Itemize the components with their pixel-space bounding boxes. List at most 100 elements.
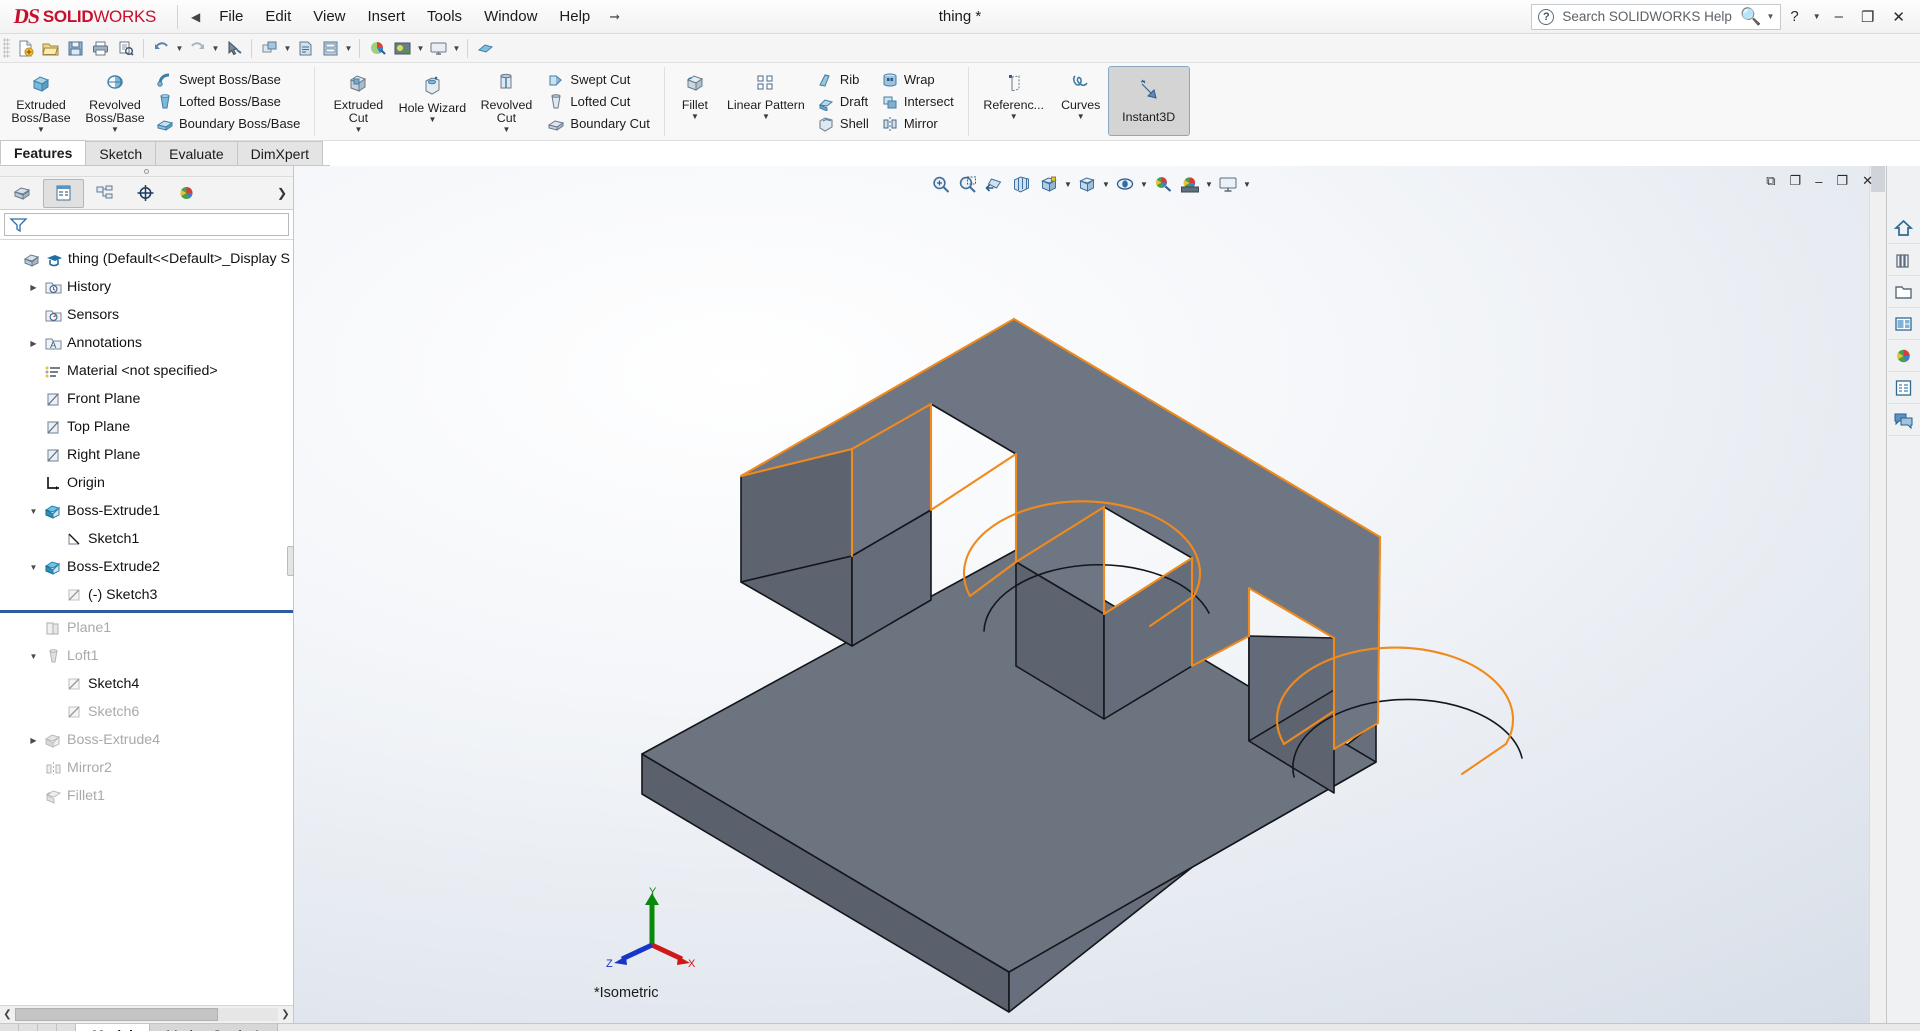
shell-button[interactable]: Shell <box>815 113 875 135</box>
revolved-cut-button[interactable]: Revolved Cut <box>469 65 543 125</box>
apply-scene-icon[interactable] <box>390 36 415 61</box>
draft-button[interactable]: Draft <box>815 91 875 113</box>
hole-wizard-chevron-down-icon[interactable]: ▼ <box>395 115 469 124</box>
hide-show-chevron-down-icon[interactable]: ▼ <box>1139 180 1150 189</box>
close-button[interactable]: ✕ <box>1883 4 1914 30</box>
first-tab-button[interactable]: ⏮ <box>0 1024 19 1031</box>
tree-item-history[interactable]: ▶ History <box>0 273 293 301</box>
view-settings-icon[interactable] <box>1215 171 1242 197</box>
rebuild-chevron-down-icon[interactable]: ▼ <box>282 44 293 53</box>
search-icon[interactable]: 🔍 <box>1738 7 1763 27</box>
panel-splitter[interactable] <box>0 166 293 177</box>
print-preview-icon[interactable] <box>113 36 138 61</box>
tree-item-sketch4[interactable]: Sketch4 <box>0 670 293 698</box>
chevron-right-icon[interactable]: ❯ <box>277 186 287 200</box>
tree-item-material-not-specified[interactable]: Material <not specified> <box>0 357 293 385</box>
tree-item-boss-extrude2[interactable]: ▼ Boss-Extrude2 <box>0 553 293 581</box>
tile-document-icon[interactable]: ❐ <box>1783 170 1809 192</box>
chevron-down-icon[interactable]: ▼ <box>25 652 42 661</box>
chevron-down-icon[interactable]: ▼ <box>25 563 42 572</box>
revolved-boss-chevron-down-icon[interactable]: ▼ <box>78 125 152 134</box>
scrollbar-track[interactable] <box>15 1008 278 1021</box>
scrollbar-thumb[interactable] <box>15 1008 218 1021</box>
chevron-down-icon[interactable]: ▼ <box>1763 12 1777 21</box>
menu-file[interactable]: File <box>208 3 254 30</box>
toolbar-grip[interactable] <box>3 38 10 58</box>
tree-item-top-plane[interactable]: Top Plane <box>0 413 293 441</box>
chevron-right-icon[interactable]: ▶ <box>25 736 42 745</box>
swept-cut-button[interactable]: Swept Cut <box>545 69 656 91</box>
help-button[interactable]: ? <box>1781 4 1807 29</box>
menu-edit[interactable]: Edit <box>254 3 302 30</box>
menu-view[interactable]: View <box>302 3 356 30</box>
solidworks-resources-icon[interactable] <box>1887 212 1920 244</box>
tab-evaluate[interactable]: Evaluate <box>155 141 238 165</box>
print-icon[interactable] <box>88 36 113 61</box>
curves-button[interactable]: Curves <box>1053 65 1109 112</box>
extruded-cut-button[interactable]: Extruded Cut <box>321 65 395 125</box>
display-style-icon[interactable] <box>1074 171 1101 197</box>
chevron-right-icon[interactable]: ▶ <box>25 339 42 348</box>
menu-tools[interactable]: Tools <box>416 3 473 30</box>
orientation-chevron-down-icon[interactable]: ▼ <box>1063 180 1074 189</box>
feature-tree-horizontal-scrollbar[interactable]: ❮ ❯ <box>0 1005 293 1023</box>
extruded-boss-chevron-down-icon[interactable]: ▼ <box>4 125 78 134</box>
part-model-3d[interactable] <box>294 166 1874 1023</box>
reference-chevron-down-icon[interactable]: ▼ <box>975 112 1053 121</box>
restore-document-icon[interactable]: ⧉ <box>1759 170 1782 192</box>
edit-appearance-icon[interactable] <box>1150 171 1177 197</box>
save-icon[interactable] <box>63 36 88 61</box>
chevron-down-icon[interactable]: ▼ <box>25 507 42 516</box>
curves-chevron-down-icon[interactable]: ▼ <box>1053 112 1109 121</box>
wrap-button[interactable]: Wrap <box>879 69 960 91</box>
tree-item-right-plane[interactable]: Right Plane <box>0 441 293 469</box>
pin-icon[interactable]: ➞ <box>601 5 628 29</box>
scene-chevron-down-icon[interactable]: ▼ <box>415 44 426 53</box>
open-document-icon[interactable] <box>38 36 63 61</box>
scroll-right-arrow[interactable]: ❯ <box>278 1009 293 1020</box>
chevron-right-icon[interactable]: ▶ <box>25 283 42 292</box>
tab-features[interactable]: Features <box>0 140 87 165</box>
tab-dimxpert[interactable]: DimXpert <box>236 141 324 165</box>
featuremanager-tree-tab[interactable] <box>2 179 43 208</box>
feature-tree[interactable]: thing (Default<<Default>_Display S ▶ Histo… <box>0 240 293 1005</box>
minimize-button[interactable]: – <box>1826 4 1852 29</box>
help-chevron-down-icon[interactable]: ▼ <box>1808 8 1826 25</box>
search-input[interactable]: Search SOLIDWORKS Help <box>1554 9 1738 24</box>
last-tab-button[interactable]: ⏭ <box>57 1024 76 1031</box>
tree-item-boss-extrude4[interactable]: ▶ Boss-Extrude4 <box>0 726 293 754</box>
undo-chevron-down-icon[interactable]: ▼ <box>174 44 185 53</box>
rib-button[interactable]: Rib <box>815 69 875 91</box>
filter-input[interactable] <box>4 213 289 236</box>
tree-item-loft1[interactable]: ▼ Loft1 <box>0 642 293 670</box>
reference-geometry-button[interactable]: Referenc... <box>975 65 1053 112</box>
tree-item-sketch3[interactable]: (-) Sketch3 <box>0 581 293 609</box>
appearances-scenes-icon[interactable] <box>1887 340 1920 372</box>
property-manager-tab[interactable] <box>43 178 84 208</box>
tree-item-annotations[interactable]: ▶ A Annotations <box>0 329 293 357</box>
swept-boss-base-button[interactable]: Swept Boss/Base <box>154 69 306 91</box>
minimize-document-icon[interactable]: – <box>1808 171 1829 192</box>
zoom-to-area-icon[interactable] <box>955 171 982 197</box>
previous-view-icon[interactable] <box>982 171 1009 197</box>
extruded-boss-base-button[interactable]: Extruded Boss/Base <box>4 65 78 125</box>
configuration-manager-tab[interactable] <box>84 179 125 208</box>
revolved-cut-chevron-down-icon[interactable]: ▼ <box>469 125 543 134</box>
search-box[interactable]: ? Search SOLIDWORKS Help 🔍 ▼ <box>1531 3 1782 30</box>
tab-sketch[interactable]: Sketch <box>85 141 157 165</box>
display-style-icon[interactable] <box>426 36 451 61</box>
previous-tab-button[interactable]: ◀ <box>19 1024 38 1031</box>
options-icon[interactable] <box>318 36 343 61</box>
next-tab-button[interactable]: ▶ <box>38 1024 57 1031</box>
file-properties-icon[interactable] <box>293 36 318 61</box>
revolved-boss-base-button[interactable]: Revolved Boss/Base <box>78 65 152 125</box>
fillet-chevron-down-icon[interactable]: ▼ <box>671 112 719 121</box>
linear-pattern-chevron-down-icon[interactable]: ▼ <box>719 112 813 121</box>
redo-icon[interactable] <box>185 36 210 61</box>
undo-icon[interactable] <box>149 36 174 61</box>
appearance-icon[interactable] <box>473 36 498 61</box>
view-palette-icon[interactable] <box>1887 308 1920 340</box>
zoom-to-fit-icon[interactable] <box>928 171 955 197</box>
menu-insert[interactable]: Insert <box>357 3 417 30</box>
linear-pattern-button[interactable]: Linear Pattern <box>719 65 813 112</box>
